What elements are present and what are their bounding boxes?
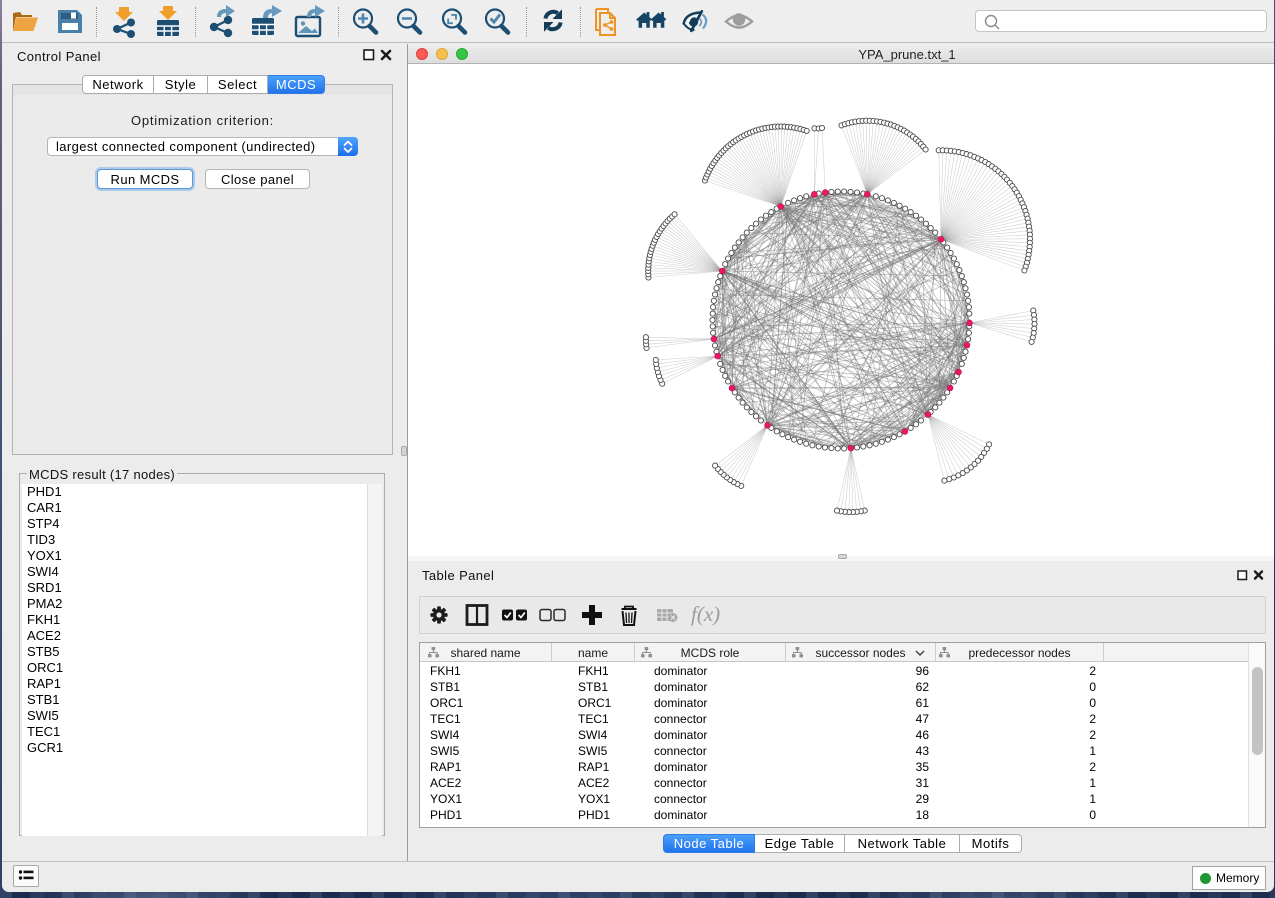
svg-text:f(x): f(x) bbox=[691, 602, 720, 626]
